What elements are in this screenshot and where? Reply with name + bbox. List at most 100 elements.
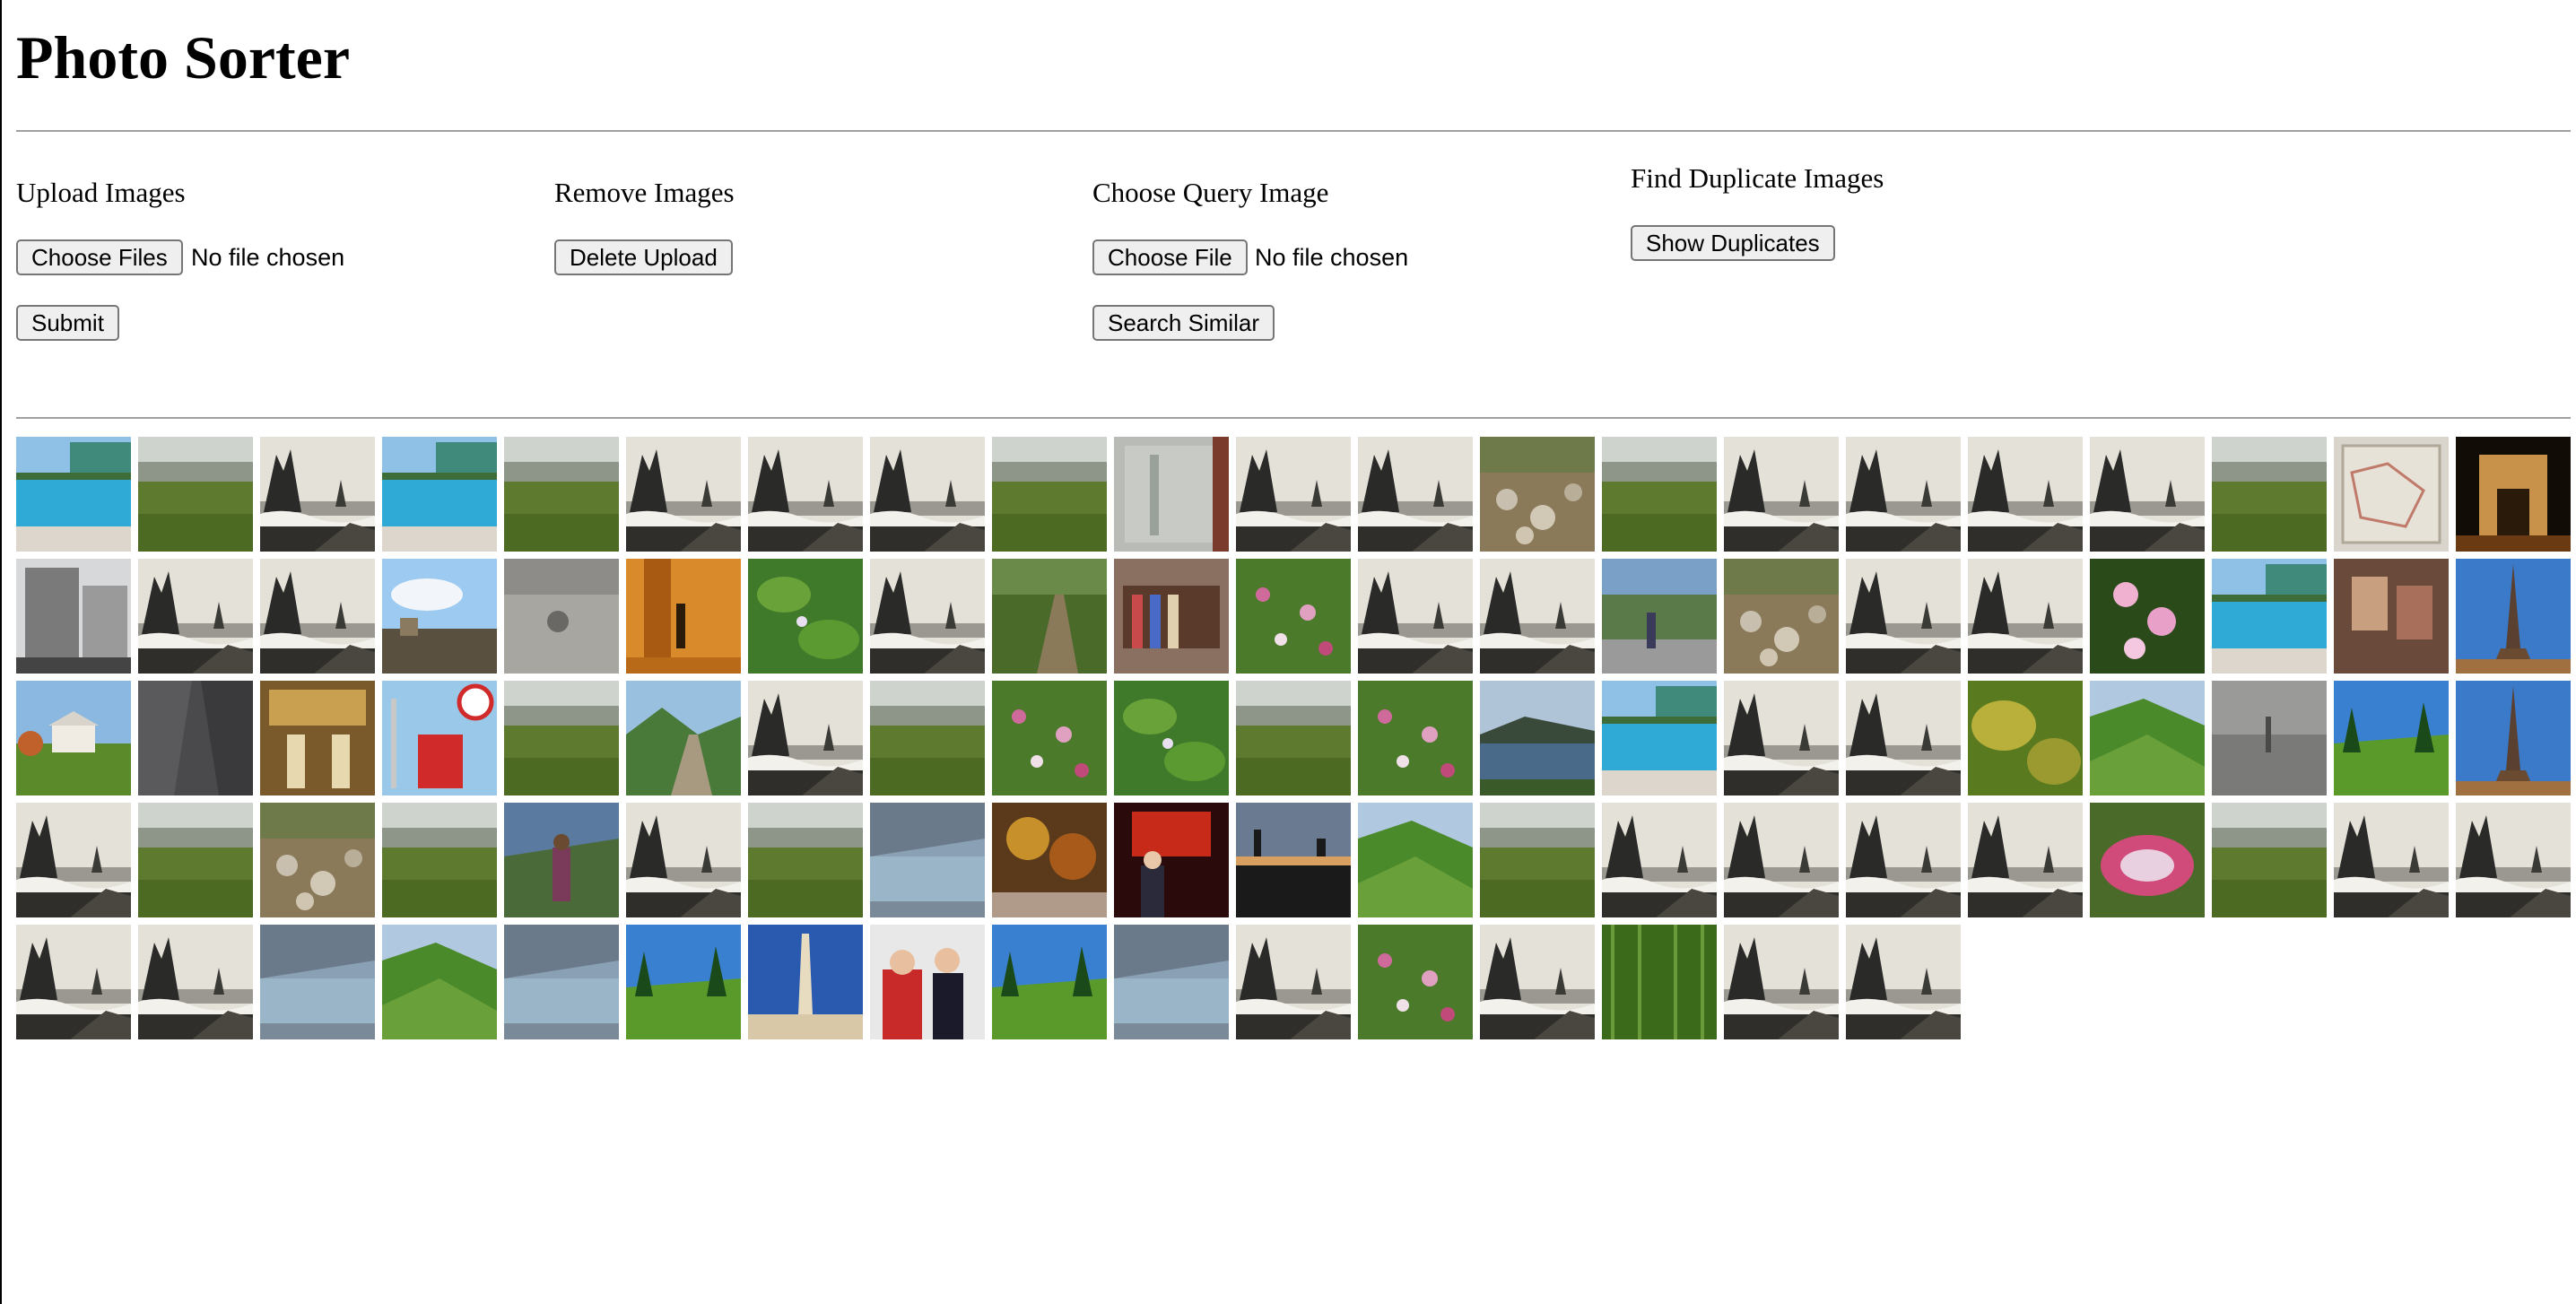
gallery-thumbnail[interactable] bbox=[138, 803, 253, 917]
gallery-thumbnail[interactable] bbox=[2456, 559, 2571, 674]
gallery-thumbnail[interactable] bbox=[260, 925, 375, 1039]
gallery-thumbnail[interactable] bbox=[1968, 803, 2083, 917]
gallery-thumbnail[interactable] bbox=[2090, 681, 2205, 795]
gallery-thumbnail[interactable] bbox=[992, 437, 1107, 552]
gallery-thumbnail[interactable] bbox=[1724, 681, 1839, 795]
gallery-thumbnail[interactable] bbox=[1724, 437, 1839, 552]
gallery-thumbnail[interactable] bbox=[748, 559, 863, 674]
delete-upload-button[interactable]: Delete Upload bbox=[554, 239, 733, 275]
gallery-thumbnail[interactable] bbox=[1846, 681, 1961, 795]
gallery-thumbnail[interactable] bbox=[626, 681, 741, 795]
gallery-thumbnail[interactable] bbox=[1114, 925, 1229, 1039]
gallery-thumbnail[interactable] bbox=[16, 925, 131, 1039]
submit-button[interactable]: Submit bbox=[16, 305, 119, 341]
gallery-thumbnail[interactable] bbox=[504, 803, 619, 917]
gallery-thumbnail[interactable] bbox=[2456, 681, 2571, 795]
show-duplicates-button[interactable]: Show Duplicates bbox=[1631, 225, 1835, 261]
gallery-thumbnail[interactable] bbox=[870, 925, 985, 1039]
gallery-thumbnail[interactable] bbox=[992, 559, 1107, 674]
gallery-thumbnail[interactable] bbox=[1236, 437, 1351, 552]
gallery-thumbnail[interactable] bbox=[1724, 803, 1839, 917]
gallery-thumbnail[interactable] bbox=[2456, 803, 2571, 917]
gallery-thumbnail[interactable] bbox=[626, 437, 741, 552]
gallery-thumbnail[interactable] bbox=[504, 925, 619, 1039]
gallery-thumbnail[interactable] bbox=[1114, 559, 1229, 674]
gallery-thumbnail[interactable] bbox=[1968, 437, 2083, 552]
gallery-thumbnail[interactable] bbox=[626, 803, 741, 917]
gallery-thumbnail[interactable] bbox=[1358, 681, 1473, 795]
gallery-thumbnail[interactable] bbox=[260, 437, 375, 552]
gallery-thumbnail[interactable] bbox=[2212, 681, 2327, 795]
gallery-thumbnail[interactable] bbox=[992, 925, 1107, 1039]
gallery-thumbnail[interactable] bbox=[2090, 437, 2205, 552]
gallery-thumbnail[interactable] bbox=[504, 681, 619, 795]
gallery-thumbnail[interactable] bbox=[1724, 925, 1839, 1039]
gallery-thumbnail[interactable] bbox=[1236, 925, 1351, 1039]
choose-file-button[interactable]: Choose File bbox=[1092, 239, 1248, 275]
gallery-thumbnail[interactable] bbox=[992, 681, 1107, 795]
gallery-thumbnail[interactable] bbox=[2212, 803, 2327, 917]
gallery-thumbnail[interactable] bbox=[2090, 559, 2205, 674]
gallery-thumbnail[interactable] bbox=[626, 559, 741, 674]
gallery-thumbnail[interactable] bbox=[16, 803, 131, 917]
gallery-thumbnail[interactable] bbox=[1480, 925, 1595, 1039]
gallery-thumbnail[interactable] bbox=[2090, 803, 2205, 917]
gallery-thumbnail[interactable] bbox=[2334, 559, 2449, 674]
gallery-thumbnail[interactable] bbox=[2212, 437, 2327, 552]
search-similar-button[interactable]: Search Similar bbox=[1092, 305, 1275, 341]
gallery-thumbnail[interactable] bbox=[138, 559, 253, 674]
gallery-thumbnail[interactable] bbox=[1358, 925, 1473, 1039]
gallery-thumbnail[interactable] bbox=[1358, 559, 1473, 674]
gallery-thumbnail[interactable] bbox=[1602, 803, 1717, 917]
gallery-thumbnail[interactable] bbox=[2456, 437, 2571, 552]
gallery-thumbnail[interactable] bbox=[1724, 559, 1839, 674]
gallery-thumbnail[interactable] bbox=[382, 681, 497, 795]
gallery-thumbnail[interactable] bbox=[382, 437, 497, 552]
gallery-thumbnail[interactable] bbox=[1358, 437, 1473, 552]
gallery-thumbnail[interactable] bbox=[1480, 559, 1595, 674]
gallery-thumbnail[interactable] bbox=[1358, 803, 1473, 917]
gallery-thumbnail[interactable] bbox=[1846, 803, 1961, 917]
gallery-thumbnail[interactable] bbox=[1602, 437, 1717, 552]
gallery-thumbnail[interactable] bbox=[138, 437, 253, 552]
gallery-thumbnail[interactable] bbox=[1114, 803, 1229, 917]
gallery-thumbnail[interactable] bbox=[992, 803, 1107, 917]
gallery-thumbnail[interactable] bbox=[1968, 559, 2083, 674]
gallery-thumbnail[interactable] bbox=[1236, 803, 1351, 917]
gallery-thumbnail[interactable] bbox=[1602, 681, 1717, 795]
choose-files-button[interactable]: Choose Files bbox=[16, 239, 183, 275]
gallery-thumbnail[interactable] bbox=[1236, 559, 1351, 674]
gallery-thumbnail[interactable] bbox=[1480, 681, 1595, 795]
gallery-thumbnail[interactable] bbox=[748, 681, 863, 795]
gallery-thumbnail[interactable] bbox=[626, 925, 741, 1039]
gallery-thumbnail[interactable] bbox=[260, 681, 375, 795]
gallery-thumbnail[interactable] bbox=[260, 803, 375, 917]
gallery-thumbnail[interactable] bbox=[748, 803, 863, 917]
gallery-thumbnail[interactable] bbox=[1602, 559, 1717, 674]
gallery-thumbnail[interactable] bbox=[16, 681, 131, 795]
gallery-thumbnail[interactable] bbox=[16, 437, 131, 552]
gallery-thumbnail[interactable] bbox=[1480, 437, 1595, 552]
gallery-thumbnail[interactable] bbox=[2334, 437, 2449, 552]
gallery-thumbnail[interactable] bbox=[870, 681, 985, 795]
gallery-thumbnail[interactable] bbox=[504, 559, 619, 674]
gallery-thumbnail[interactable] bbox=[382, 803, 497, 917]
gallery-thumbnail[interactable] bbox=[1236, 681, 1351, 795]
gallery-thumbnail[interactable] bbox=[1114, 681, 1229, 795]
gallery-thumbnail[interactable] bbox=[1846, 925, 1961, 1039]
gallery-thumbnail[interactable] bbox=[138, 925, 253, 1039]
gallery-thumbnail[interactable] bbox=[1602, 925, 1717, 1039]
gallery-thumbnail[interactable] bbox=[1846, 437, 1961, 552]
gallery-thumbnail[interactable] bbox=[870, 803, 985, 917]
gallery-thumbnail[interactable] bbox=[260, 559, 375, 674]
gallery-thumbnail[interactable] bbox=[1480, 803, 1595, 917]
gallery-thumbnail[interactable] bbox=[2334, 681, 2449, 795]
gallery-thumbnail[interactable] bbox=[748, 437, 863, 552]
gallery-thumbnail[interactable] bbox=[382, 559, 497, 674]
gallery-thumbnail[interactable] bbox=[16, 559, 131, 674]
gallery-thumbnail[interactable] bbox=[504, 437, 619, 552]
gallery-thumbnail[interactable] bbox=[870, 559, 985, 674]
gallery-thumbnail[interactable] bbox=[870, 437, 985, 552]
gallery-thumbnail[interactable] bbox=[138, 681, 253, 795]
gallery-thumbnail[interactable] bbox=[748, 925, 863, 1039]
